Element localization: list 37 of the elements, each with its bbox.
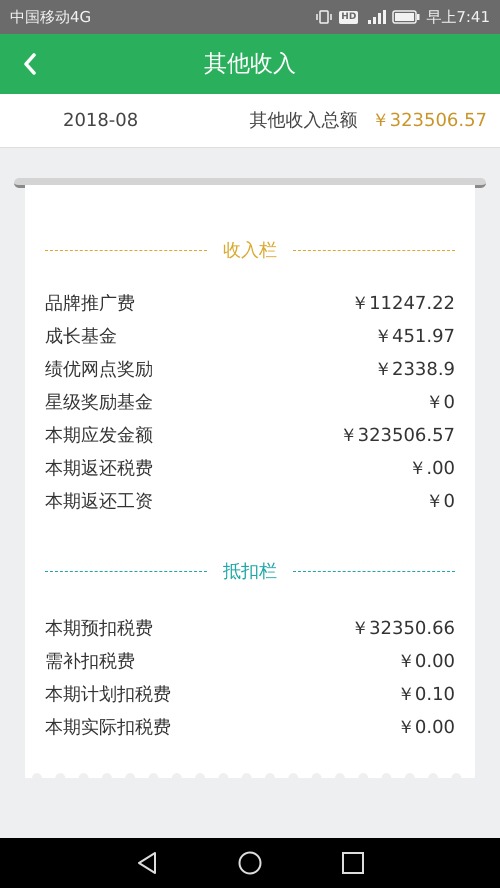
row-label: 本期应发金额 xyxy=(45,424,153,448)
page-title: 其他收入 xyxy=(204,50,296,79)
month-text[interactable]: 2018-08 xyxy=(63,107,138,134)
row-value: ￥2338.9 xyxy=(374,358,455,382)
time-text: 早上7:41 xyxy=(426,6,490,28)
row-label: 本期预扣税费 xyxy=(45,617,153,641)
row-value: ￥11247.22 xyxy=(351,292,455,316)
row-value: ￥323506.57 xyxy=(340,424,455,448)
row-value: ￥0.00 xyxy=(396,716,455,740)
row-label: 成长基金 xyxy=(45,325,117,349)
carrier-text: 中国移动4G xyxy=(10,6,92,28)
row-label: 需补扣税费 xyxy=(45,650,135,674)
row-label: 本期返还税费 xyxy=(45,457,153,481)
back-icon xyxy=(22,52,38,76)
section-title: 收入栏 xyxy=(222,238,278,262)
battery-icon xyxy=(392,10,420,24)
total-label: 其他收入总额 xyxy=(250,109,358,133)
row-label: 本期实际扣税费 xyxy=(45,716,171,740)
row-value: ￥0 xyxy=(426,490,455,514)
row-value: ￥32350.66 xyxy=(351,617,455,641)
row-label: 绩优网点奖励 xyxy=(45,358,153,382)
hd-badge: HD xyxy=(339,10,358,24)
row-label: 品牌推广费 xyxy=(45,292,135,316)
row-label: 星级奖励基金 xyxy=(45,391,153,415)
section-title: 抵扣栏 xyxy=(222,560,278,584)
recents-icon[interactable] xyxy=(342,852,364,874)
row-value: ￥451.97 xyxy=(374,325,455,349)
row-value: ￥0 xyxy=(426,391,455,415)
row-value: ￥0.00 xyxy=(396,650,455,674)
row-label: 本期返还工资 xyxy=(45,490,153,514)
row-value: ￥0.10 xyxy=(396,683,455,707)
row-label: 本期计划扣税费 xyxy=(45,683,171,707)
vibrate-icon xyxy=(315,9,334,25)
total-amount: ￥323506.57 xyxy=(372,109,487,133)
back-nav-icon[interactable] xyxy=(136,851,158,875)
row-value: ￥.00 xyxy=(408,457,455,481)
home-icon[interactable] xyxy=(238,851,262,875)
